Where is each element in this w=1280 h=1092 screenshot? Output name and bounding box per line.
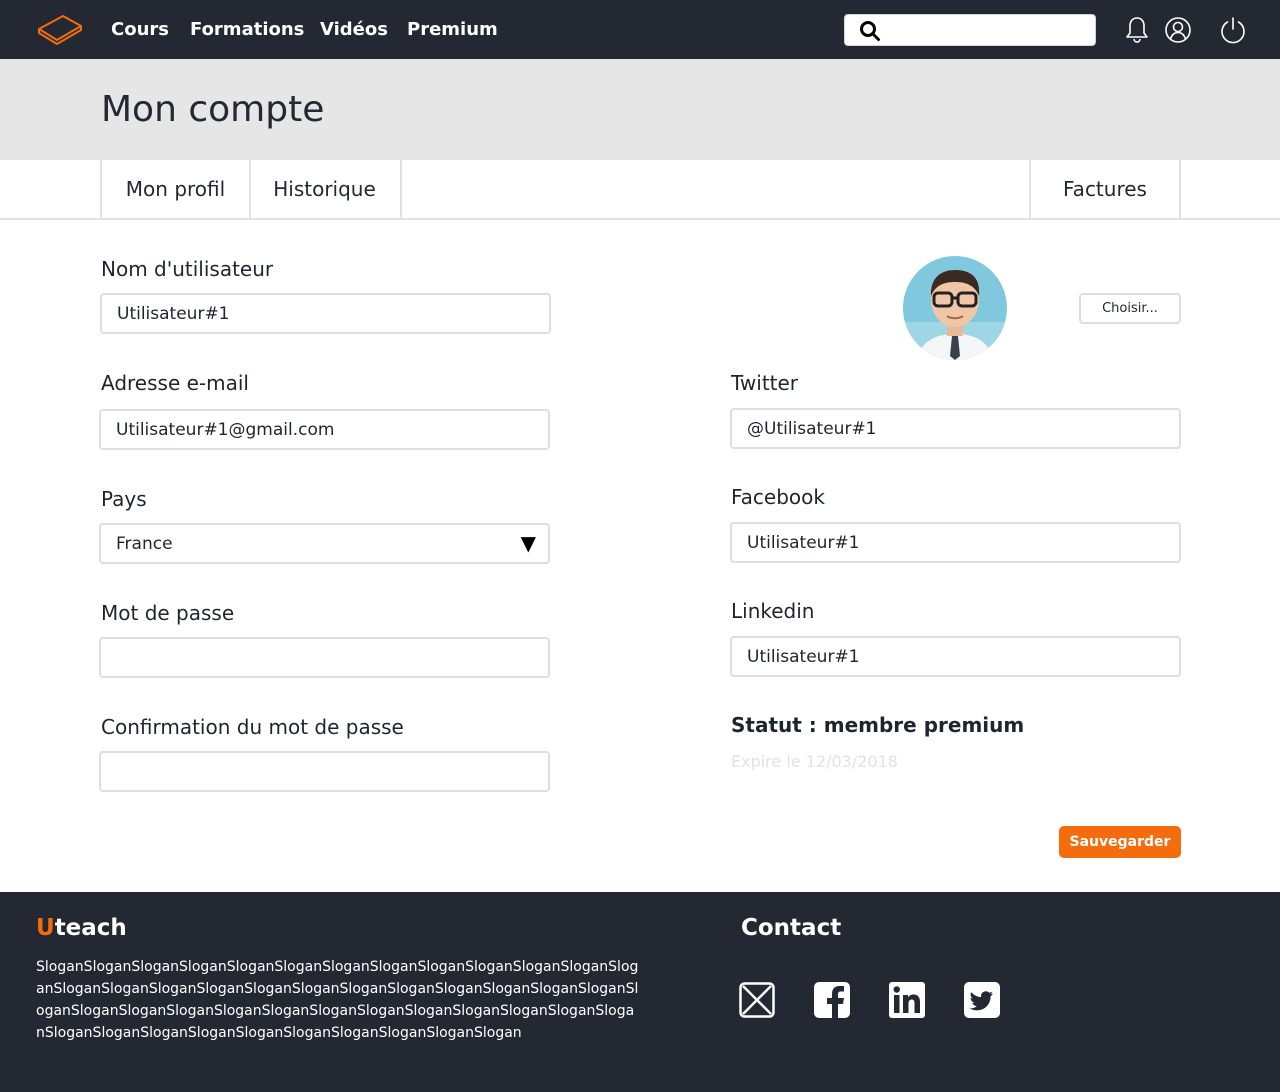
linkedin-field[interactable] — [730, 636, 1181, 677]
country-label: Pays — [101, 487, 147, 511]
search-box[interactable] — [844, 14, 1096, 46]
username-field[interactable] — [100, 293, 551, 334]
membership-status: Statut : membre premium — [731, 713, 1025, 737]
username-label: Nom d'utilisateur — [101, 257, 274, 281]
email-field[interactable] — [99, 409, 550, 450]
nav-link-cours[interactable]: Cours — [111, 19, 169, 40]
nav-link-premium[interactable]: Premium — [407, 19, 498, 40]
nav-link-formations[interactable]: Formations — [190, 19, 304, 40]
twitter-icon[interactable] — [964, 982, 1000, 1018]
avatar-image — [903, 256, 1007, 360]
footer-slogan: SloganSloganSloganSloganSloganSloganSlog… — [36, 959, 639, 1041]
nav-link-videos[interactable]: Vidéos — [320, 19, 388, 40]
facebook-label: Facebook — [731, 485, 825, 509]
footer-contact-title: Contact — [741, 915, 842, 941]
confirm-password-field[interactable] — [99, 751, 550, 792]
country-select-value: France — [116, 534, 173, 554]
save-button[interactable]: Sauvegarder — [1059, 826, 1181, 858]
footer: Uteach SloganSloganSloganSloganSloganSlo… — [0, 892, 1280, 1092]
dropdown-arrow-icon: ▼ — [520, 531, 536, 555]
membership-expiry: Expire le 12/03/2018 — [731, 752, 898, 771]
page-title: Mon compte — [101, 89, 325, 130]
tab-bar: Mon profil Historique Factures — [0, 160, 1280, 220]
user-icon[interactable] — [1163, 15, 1193, 45]
power-icon[interactable] — [1218, 15, 1248, 45]
password-label: Mot de passe — [101, 601, 235, 625]
facebook-icon[interactable] — [814, 982, 850, 1018]
confirm-password-label: Confirmation du mot de passe — [101, 715, 404, 739]
page-header: Mon compte — [0, 59, 1280, 160]
search-input[interactable] — [889, 18, 1085, 42]
search-icon — [860, 21, 880, 41]
tab-historique[interactable]: Historique — [249, 160, 402, 218]
twitter-field[interactable] — [730, 408, 1181, 449]
choose-avatar-button[interactable]: Choisir... — [1079, 293, 1181, 324]
bell-icon[interactable] — [1122, 15, 1152, 45]
footer-brand-initial: U — [36, 915, 55, 941]
mail-icon[interactable] — [739, 982, 775, 1018]
password-field[interactable] — [99, 637, 550, 678]
footer-brand-rest: teach — [54, 915, 127, 941]
linkedin-icon[interactable] — [889, 982, 925, 1018]
facebook-field[interactable] — [730, 522, 1181, 563]
tab-factures[interactable]: Factures — [1029, 160, 1181, 218]
twitter-label: Twitter — [731, 371, 799, 395]
avatar — [903, 256, 1007, 360]
logo-icon[interactable] — [36, 12, 84, 46]
tab-mon-profil[interactable]: Mon profil — [100, 160, 251, 218]
email-label: Adresse e-mail — [101, 371, 249, 395]
country-select[interactable]: France ▼ — [99, 523, 550, 564]
footer-brand: Uteach — [36, 915, 127, 941]
top-navbar: Cours Formations Vidéos Premium — [0, 0, 1280, 59]
linkedin-label: Linkedin — [731, 599, 815, 623]
